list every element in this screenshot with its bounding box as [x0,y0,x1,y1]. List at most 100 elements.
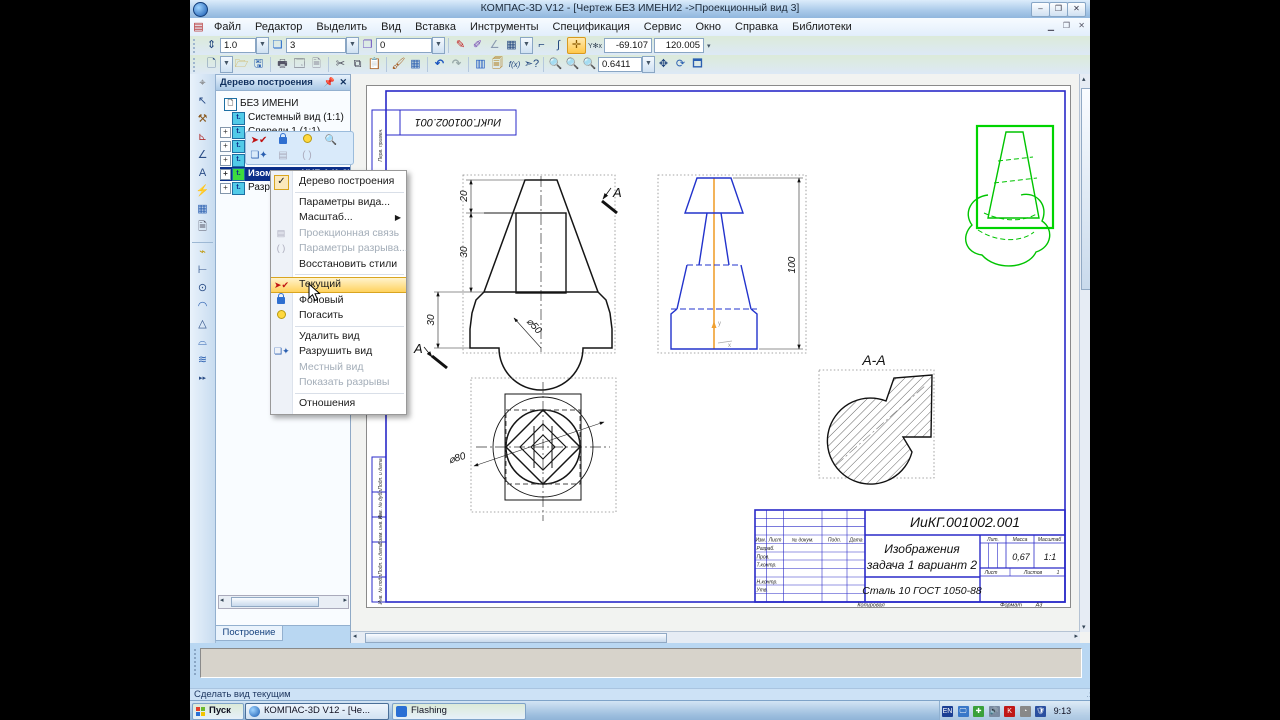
layer-field[interactable]: 3 [286,38,346,53]
toolbar-grip[interactable] [193,58,200,72]
zoom-area-icon[interactable]: 🔍 [581,57,598,72]
ortho-icon[interactable]: ⌐ [533,38,550,53]
make-current-icon[interactable]: ➤✔ [250,134,268,147]
paste-icon[interactable]: 📋 [366,57,383,72]
destroy-view-icon[interactable]: ❏✦ [250,149,268,162]
layer-dropdown[interactable]: ▼ [346,37,359,54]
scroll-thumb[interactable] [1081,88,1090,290]
tree-item-system-view[interactable]: t. Системный вид (1:1) [232,111,344,125]
menu-item-view-params[interactable]: Параметры вида... [271,195,406,211]
sheet-tool-icon[interactable]: 🗎 [193,219,212,236]
taskbar-button-flashing[interactable]: Flashing [392,703,526,720]
fx-icon[interactable]: f(x) [506,57,523,72]
scroll-left-arrow[interactable]: ◂ [353,632,357,640]
spline-tool-icon[interactable]: ⌓ [193,334,212,351]
preview-icon[interactable]: 🗔 [291,57,308,72]
select-tool-icon[interactable]: ↖ [193,93,212,110]
brush-icon[interactable]: 🖌 [390,57,407,72]
drawing-canvas[interactable]: Перв. примен. Справ. № Подп. и дата Инв.… [350,74,1090,643]
dimension-tool-icon[interactable]: ⊾ [193,129,212,146]
menu-help[interactable]: Справка [728,20,785,34]
panel-close-icon[interactable]: ✕ [339,75,347,90]
scroll-down-arrow[interactable]: ▾ [1082,623,1086,631]
measure-tool-icon[interactable]: ⊢ [193,262,212,279]
clock[interactable]: 9:13 [1054,706,1072,716]
menu-item-restore-styles[interactable]: Восстановить стили [271,257,406,273]
zoom-dropdown[interactable]: ▼ [642,56,655,73]
menu-item-scale[interactable]: Масштаб...▶ [271,210,406,226]
menu-libraries[interactable]: Библиотеки [785,20,859,34]
print-icon[interactable]: 🖶 [274,57,291,72]
property-bar-grip[interactable] [194,649,196,675]
pencil-red-icon[interactable]: ✎ [452,38,469,53]
menu-item-hide[interactable]: Погасить [271,308,406,324]
scroll-thumb[interactable] [231,597,319,607]
menu-view[interactable]: Вид [374,20,408,34]
scroll-up-arrow[interactable]: ▴ [1082,75,1086,83]
taskbar-button-kompas[interactable]: КОМПАС-3D V12 - [Че... [245,703,389,720]
antivirus-tray-icon[interactable]: K [1004,706,1015,717]
canvas-horizontal-scrollbar[interactable]: ◂ ▸ [351,631,1080,643]
pan-icon[interactable]: ✥ [655,57,672,72]
arc-tool-icon[interactable]: ◠ [193,298,212,315]
menu-file[interactable]: Файл [207,20,248,34]
help-cursor-icon[interactable]: ➣? [523,57,540,72]
step-field[interactable]: 0 [376,38,432,53]
doc-minimize-button[interactable]: ▁ [1048,22,1054,31]
expand-icon[interactable]: + [220,127,231,138]
save-icon[interactable]: 🖫 [250,57,267,72]
expand-icon[interactable]: + [220,169,231,180]
doc-restore-button[interactable]: ❐ [1063,21,1070,30]
copy-icon[interactable]: ⧉ [349,57,366,72]
grid-dropdown[interactable]: ▼ [520,37,533,54]
local-zoom-icon[interactable]: 🔍 [322,134,340,147]
variables-icon[interactable]: 🗐 [489,57,506,72]
angle-tool-icon[interactable]: ∠ [193,147,212,164]
break-params-icon[interactable]: ( ) [298,149,316,162]
menu-specification[interactable]: Спецификация [546,20,637,34]
hide-bulb-icon[interactable] [298,134,316,147]
canvas-vertical-scrollbar[interactable]: ▴ ▾ [1079,74,1090,632]
scroll-left-arrow[interactable]: ◂ [220,596,224,604]
display-tray-icon[interactable]: 🖵 [958,706,969,717]
refresh-icon[interactable]: ⟳ [672,57,689,72]
menu-item-tree[interactable]: ✓ Дерево построения [271,174,406,190]
tree-panel-header[interactable]: Дерево построения 📌 ✕ [216,75,351,91]
menu-window[interactable]: Окно [688,20,728,34]
menu-item-background[interactable]: Фоновый [271,293,406,309]
line-width-field[interactable]: 1.0 [220,38,256,53]
circle-tool-icon[interactable]: ⊙ [193,280,212,297]
axis-tool-icon[interactable]: ⚡ [193,183,212,200]
doc-close-button[interactable]: ✕ [1078,21,1085,30]
snap-icon[interactable]: ✛ [567,37,586,54]
menu-item-destroy-view[interactable]: ❏✦ Разрушить вид [271,344,406,360]
line-width-dropdown[interactable]: ▼ [256,37,269,54]
menu-tools[interactable]: Инструменты [463,20,546,34]
tree-tab-construction[interactable]: Построение [215,626,283,641]
minimize-button[interactable]: – [1031,2,1050,17]
scroll-right-arrow[interactable]: ▸ [1074,632,1078,640]
tree-horizontal-scrollbar[interactable]: ◂ ▸ [218,595,349,609]
zoom-select-icon[interactable]: 🔍 [564,57,581,72]
new-document-dropdown[interactable]: ▼ [220,56,233,73]
language-indicator[interactable]: EN [942,706,953,717]
table-tool-icon[interactable]: ▦ [193,201,212,218]
expand-icon[interactable]: + [220,141,231,152]
toolbar-grip[interactable] [193,39,200,53]
projection-link-icon[interactable]: ▤ [274,149,292,162]
cut-icon[interactable]: ✂ [332,57,349,72]
menu-editor[interactable]: Редактор [248,20,309,34]
pencil-violet-icon[interactable]: ✐ [469,38,486,53]
start-button[interactable]: Пуск [192,703,244,720]
background-lock-icon[interactable] [274,134,292,147]
rounding-icon[interactable]: ∫ [550,38,567,53]
shield-tray-icon[interactable]: 🛡 [1035,706,1046,717]
zoom-in-icon[interactable]: 🔍 [547,57,564,72]
zoom-level-field[interactable]: 0.6411 [598,57,642,72]
menu-item-delete-view[interactable]: Удалить вид [271,329,406,345]
polygon-tool-icon[interactable]: △ [193,316,212,333]
toolbar-overflow-icon[interactable]: ▾ [707,42,711,50]
menu-item-current[interactable]: ➤✔ Текущий [271,277,406,293]
snap-tool-icon[interactable]: ⌁ [193,244,212,261]
volume-tray-icon[interactable]: 🔊 [989,706,1000,717]
